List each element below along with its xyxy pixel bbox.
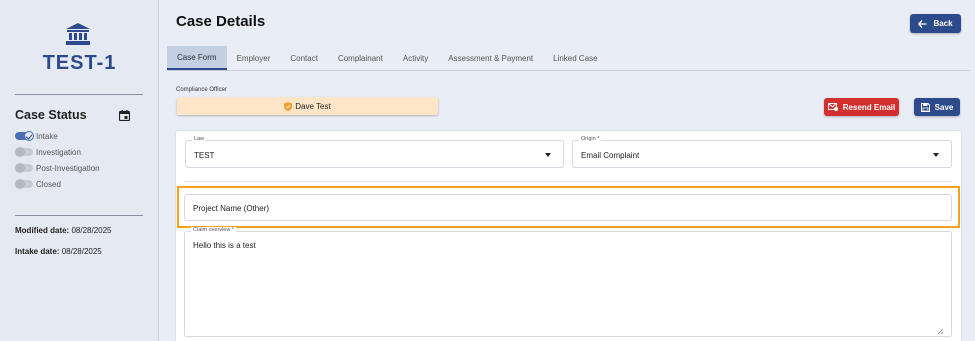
toggle-switch[interactable] [15,131,34,141]
law-label: Law [192,136,207,142]
status-post-investigation[interactable]: Post-Investigation [15,162,100,174]
toggle-switch[interactable] [15,147,33,157]
email-resend-icon [827,103,838,111]
save-label: Save [934,102,954,112]
sidebar-divider [15,94,143,95]
resize-handle-icon[interactable] [937,328,943,334]
modified-date-label: Modified date: [15,226,70,235]
status-intake[interactable]: Intake [15,130,58,142]
law-select[interactable]: Law TEST [185,136,564,168]
resend-email-label: Resend Email [842,102,896,112]
bank-building-icon [66,23,90,45]
back-button[interactable]: Back [910,14,961,33]
tab-assessment-payment[interactable]: Assessment & Payment [438,46,543,70]
intake-date-label: Intake date: [15,247,60,256]
resend-email-button[interactable]: Resend Email [824,98,899,116]
sidebar-divider [15,215,143,216]
form-divider [185,181,952,182]
claim-overview-textarea[interactable]: Claim overview * Hello this is a test [184,227,952,337]
save-button[interactable]: Save [914,98,960,116]
status-label: Post-Investigation [36,163,100,173]
page-title: Case Details [176,13,266,30]
tab-contact[interactable]: Contact [280,46,328,70]
arrow-left-icon [918,19,927,28]
intake-date: Intake date: 08/28/2025 [15,247,102,256]
floppy-disk-icon [920,102,930,112]
case-status-title: Case Status [15,108,87,122]
calendar-icon[interactable] [119,110,130,121]
modified-date-value: 08/28/2025 [71,226,112,235]
claim-overview-value: Hello this is a test [193,241,256,250]
origin-select[interactable]: Origin * Email Complaint [572,136,952,168]
modified-date: Modified date: 08/28/2025 [15,226,112,235]
claim-overview-label: Claim overview * [191,227,236,233]
compliance-officer-name: Dave Test [295,101,331,111]
tab-complainant[interactable]: Complainant [328,46,393,70]
law-value: TEST [194,151,215,160]
origin-label: Origin * [579,136,602,142]
chevron-down-icon [545,153,551,157]
tab-case-form[interactable]: Case Form [167,46,227,70]
origin-value: Email Complaint [581,151,640,160]
back-label: Back [933,19,953,28]
shield-icon [284,101,293,111]
tabs-divider [167,70,970,71]
compliance-officer-chip[interactable]: Dave Test [177,97,438,115]
case-tabs: Case Form Employer Contact Complainant A… [167,46,608,70]
status-label: Intake [36,131,58,141]
tab-activity[interactable]: Activity [393,46,438,70]
status-label: Closed [36,179,61,189]
toggle-switch[interactable] [15,179,33,189]
chevron-down-icon [933,153,939,157]
status-label: Investigation [36,147,81,157]
case-sidebar: TEST-1 Case Status Intake Investigation … [0,0,159,341]
compliance-officer-label: Compliance Officer [176,87,227,93]
case-id: TEST-1 [42,52,117,74]
status-investigation[interactable]: Investigation [15,146,81,158]
tab-linked-case[interactable]: Linked Case [543,46,607,70]
toggle-switch[interactable] [15,163,33,173]
tab-employer[interactable]: Employer [227,46,281,70]
highlight-box [177,186,960,228]
intake-date-value: 08/28/2025 [61,247,102,256]
status-closed[interactable]: Closed [15,178,61,190]
